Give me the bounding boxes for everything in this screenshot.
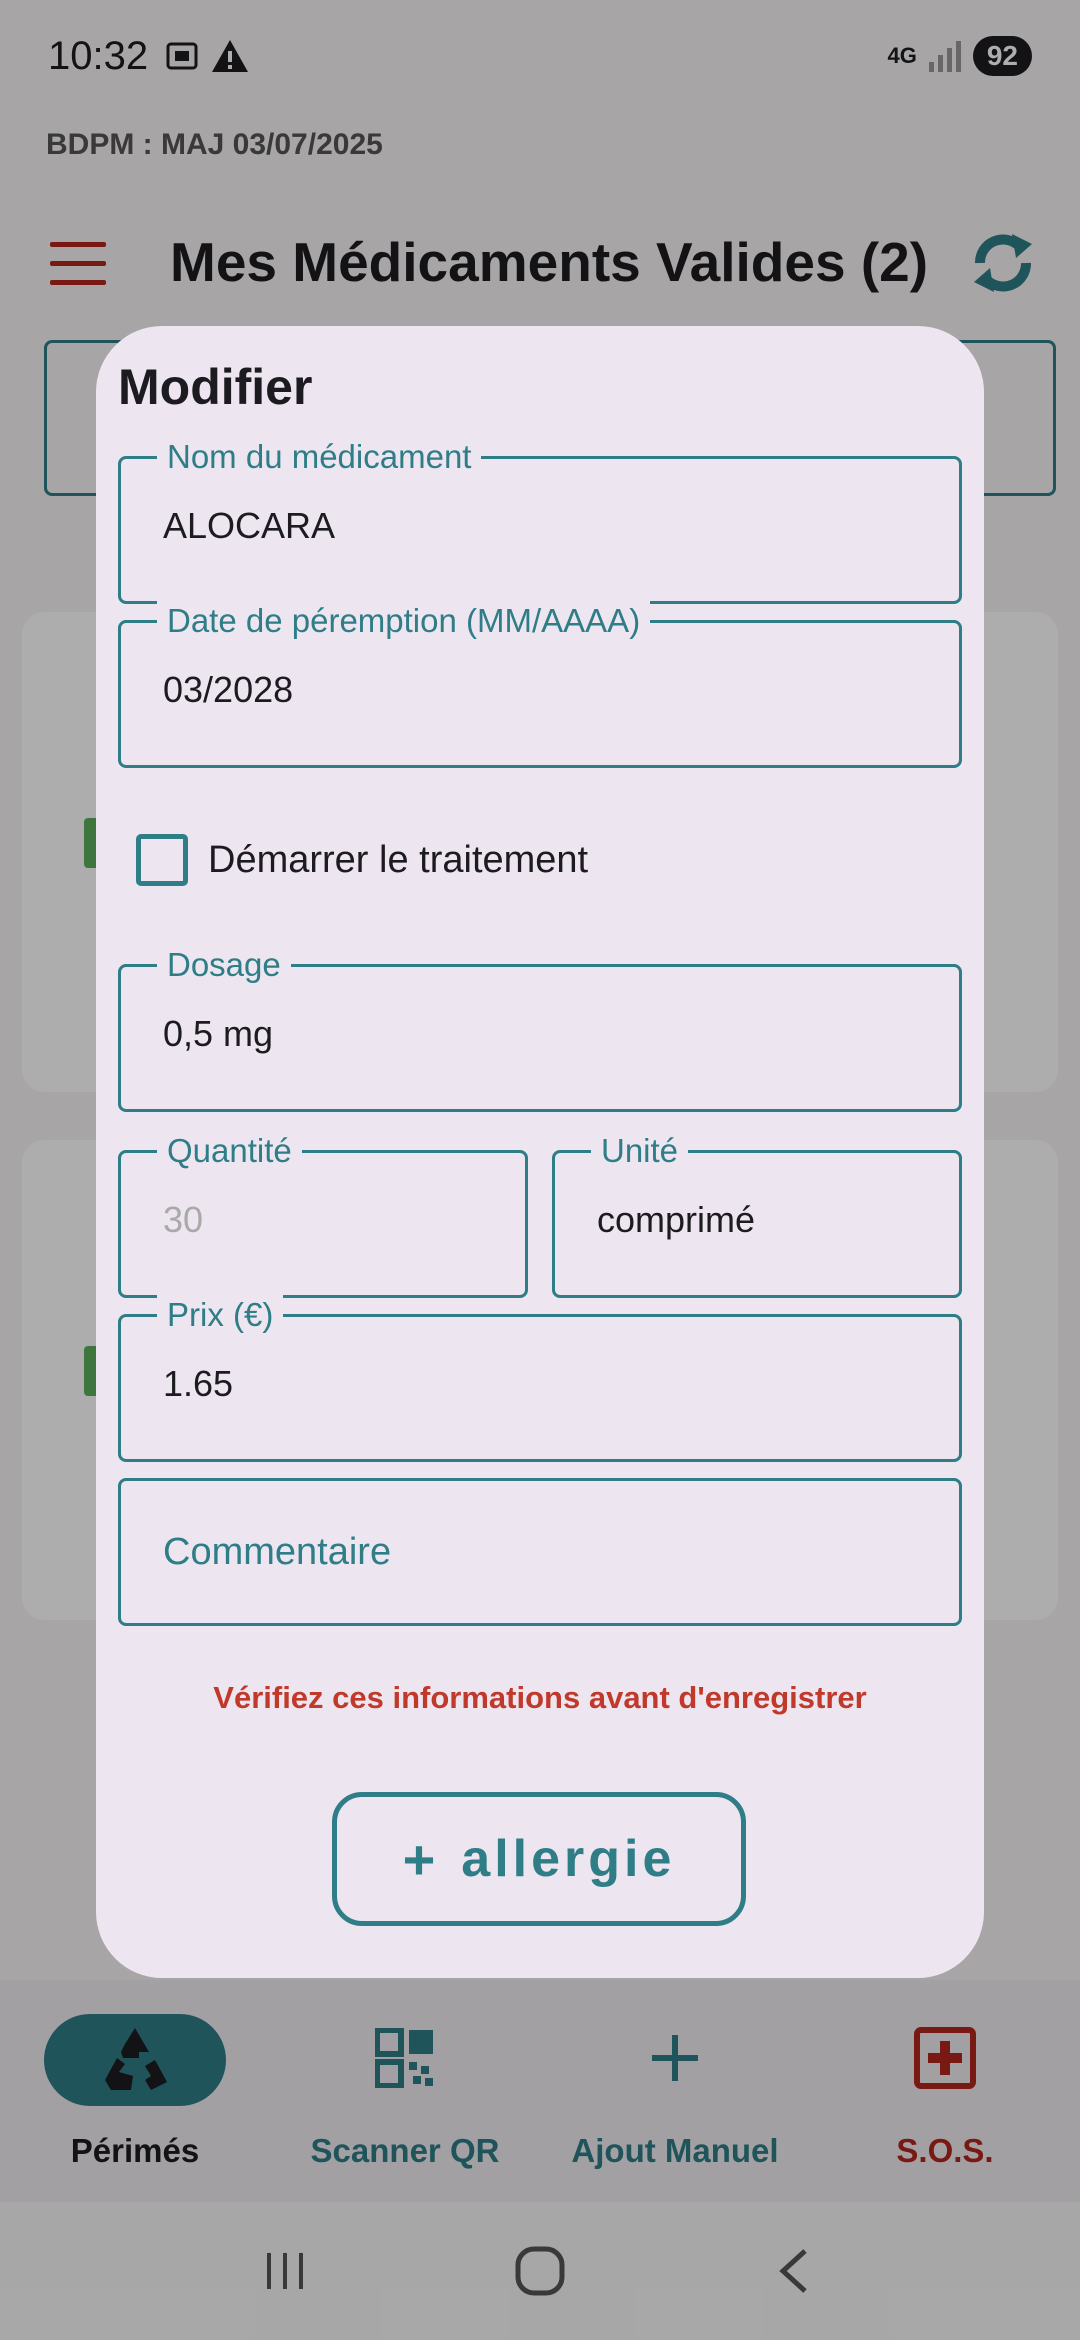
price-field[interactable]: Prix (€) 1.65: [118, 1295, 962, 1462]
field-label: Dosage: [157, 945, 291, 985]
dosage-field[interactable]: Dosage 0,5 mg: [118, 945, 962, 1112]
button-label: allergie: [461, 1830, 676, 1888]
medication-name-field[interactable]: Nom du médicament ALOCARA: [118, 437, 962, 604]
unit-field[interactable]: Unité comprimé: [552, 1131, 962, 1298]
field-placeholder: Commentaire: [163, 1531, 392, 1573]
start-treatment-row[interactable]: Démarrer le traitement: [136, 834, 588, 886]
field-label: Date de péremption (MM/AAAA): [157, 601, 651, 641]
field-value: 0,5 mg: [163, 1013, 274, 1054]
expiry-date-field[interactable]: Date de péremption (MM/AAAA) 03/2028: [118, 601, 962, 768]
field-placeholder: 30: [163, 1199, 204, 1240]
checkbox-label: Démarrer le traitement: [208, 838, 589, 881]
verification-warning: Vérifiez ces informations avant d'enregi…: [213, 1680, 867, 1715]
field-value: 1.65: [163, 1363, 234, 1404]
add-allergy-button[interactable]: + allergie: [332, 1792, 746, 1926]
comment-field[interactable]: Commentaire: [118, 1478, 962, 1626]
quantity-field[interactable]: Quantité 30: [118, 1131, 528, 1298]
field-label: Prix (€): [157, 1295, 284, 1335]
dialog-title: Modifier: [118, 359, 313, 415]
field-label: Quantité: [157, 1131, 302, 1171]
field-label: Unité: [591, 1131, 689, 1171]
field-value: 03/2028: [163, 669, 294, 710]
start-treatment-checkbox[interactable]: [136, 834, 188, 886]
edit-dialog: Modifier Nom du médicament ALOCARA Date …: [96, 326, 984, 1978]
field-label: Nom du médicament: [157, 437, 482, 477]
field-value: ALOCARA: [163, 505, 336, 546]
plus-icon: +: [402, 1827, 440, 1891]
field-value: comprimé: [597, 1199, 756, 1240]
